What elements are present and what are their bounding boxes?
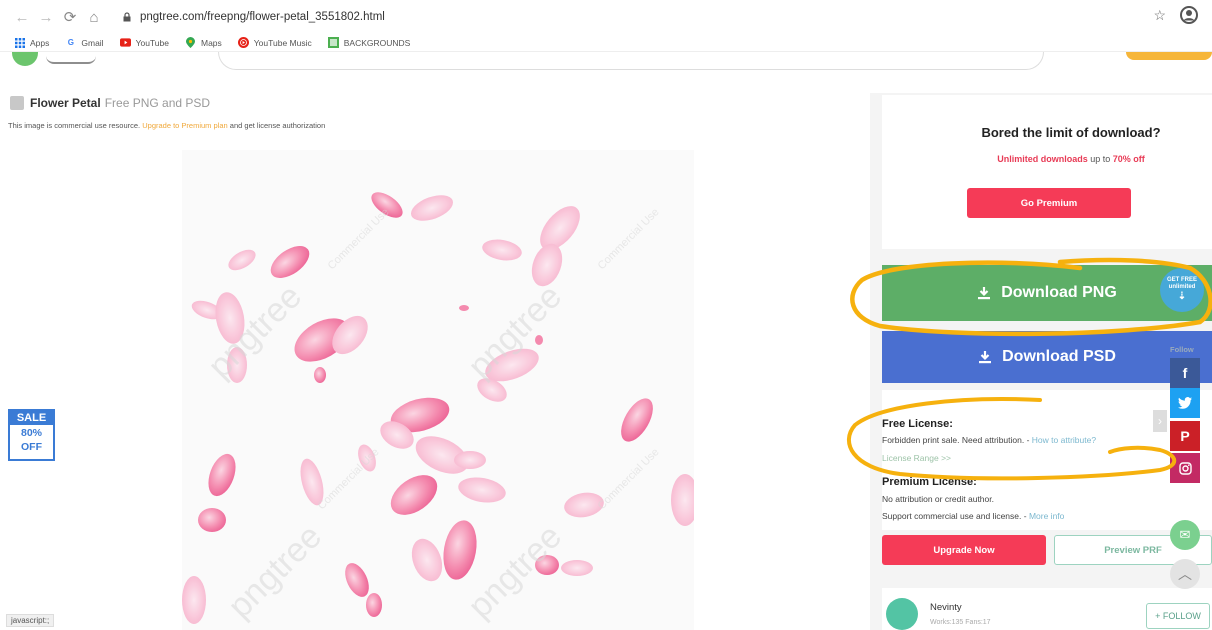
commercial-notice: This image is commercial use resource. U… — [8, 121, 326, 130]
forward-icon[interactable]: → — [34, 5, 58, 29]
bookmark-gmail[interactable]: G Gmail — [65, 37, 104, 48]
image-file-icon — [10, 96, 24, 110]
bookmarks-bar: Apps G Gmail YouTube Maps YouTube Music … — [0, 34, 1212, 52]
back-icon[interactable]: ← — [10, 5, 34, 29]
pinterest-icon[interactable]: P — [1170, 421, 1200, 451]
upgrade-now-button[interactable]: Upgrade Now — [882, 535, 1046, 565]
facebook-icon[interactable]: f — [1170, 358, 1200, 388]
bookmark-backgrounds[interactable]: BACKGROUNDS — [327, 37, 410, 48]
account-icon[interactable] — [1180, 6, 1198, 24]
bookmark-maps[interactable]: Maps — [185, 37, 222, 48]
status-bar: javascript:; — [6, 614, 55, 627]
scroll-up-icon[interactable]: ︿ — [1170, 559, 1200, 589]
how-to-attribute-link[interactable]: How to attribute? — [1032, 435, 1096, 445]
free-license-heading: Free License: — [882, 418, 953, 430]
maps-pin-icon — [185, 37, 196, 48]
watermark-sub: Commercial Use — [326, 206, 392, 272]
flower-petals-image: pngtree pngtree pngtree pngtree Commerci… — [182, 192, 694, 626]
bookmark-youtube-music[interactable]: YouTube Music — [237, 37, 312, 48]
watermark-sub: Commercial Use — [596, 446, 662, 512]
url-text: pngtree.com/freepng/flower-petal_3551802… — [140, 11, 385, 23]
twitter-icon[interactable] — [1170, 388, 1200, 418]
browser-toolbar: ← → ⟳ ⌂ pngtree.com/freepng/flower-petal… — [0, 0, 1212, 34]
follow-button[interactable]: + FOLLOW — [1146, 603, 1210, 629]
image-preview: pngtree pngtree pngtree pngtree Commerci… — [182, 150, 694, 630]
watermark-text: pngtree — [221, 517, 329, 625]
address-bar[interactable]: pngtree.com/freepng/flower-petal_3551802… — [122, 6, 1162, 28]
sale-badge[interactable]: SALE 80% OFF — [8, 409, 55, 461]
avatar[interactable] — [886, 598, 918, 630]
bookmark-apps[interactable]: Apps — [14, 37, 49, 48]
download-icon: ⇣ — [1177, 291, 1187, 302]
go-premium-button[interactable]: Go Premium — [967, 188, 1131, 218]
promo-subtext: Unlimited downloads up to 70% off — [997, 154, 1145, 164]
site-logo-text — [46, 56, 96, 64]
mail-icon[interactable]: ✉ — [1170, 520, 1200, 550]
premium-line-2: Support commercial use and license. - Mo… — [882, 511, 1065, 521]
premium-license-heading: Premium License: — [882, 476, 977, 488]
watermark-sub: Commercial Use — [316, 446, 382, 512]
free-unlimited-badge[interactable]: GET FREE unlimited ⇣ — [1160, 268, 1204, 312]
header-premium-button[interactable] — [1126, 52, 1212, 60]
google-icon: G — [67, 38, 74, 47]
download-icon — [978, 287, 991, 300]
promo-box: Bored the limit of download? Unlimited d… — [882, 95, 1212, 249]
watermark-text: pngtree — [201, 277, 309, 385]
reload-icon[interactable]: ⟳ — [58, 5, 82, 29]
watermark-sub: Commercial Use — [596, 206, 662, 272]
download-icon — [979, 351, 992, 364]
page-title: Flower Petal Free PNG and PSD — [10, 96, 210, 110]
bookmark-youtube[interactable]: YouTube — [119, 37, 169, 48]
promo-heading: Bored the limit of download? — [981, 125, 1161, 140]
site-search-bar[interactable] — [218, 52, 1044, 70]
chevron-right-icon[interactable]: › — [1153, 410, 1167, 432]
more-info-link[interactable]: More info — [1029, 511, 1064, 521]
home-icon[interactable]: ⌂ — [82, 5, 106, 29]
author-name[interactable]: Nevinty — [930, 602, 962, 613]
site-logo[interactable] — [12, 52, 38, 66]
youtube-icon — [119, 37, 131, 48]
star-icon[interactable]: ☆ — [1153, 7, 1166, 24]
apps-grid-icon — [14, 37, 25, 48]
premium-line-1: No attribution or credit author. — [882, 494, 994, 504]
backgrounds-icon — [327, 37, 339, 48]
instagram-icon[interactable] — [1170, 453, 1200, 483]
author-stats: Works:135 Fans:17 — [930, 619, 991, 626]
upgrade-link[interactable]: Upgrade to Premium plan — [142, 121, 227, 130]
free-license-text: Forbidden print sale. Need attribution. … — [882, 435, 1097, 445]
download-psd-button[interactable]: Download PSD — [882, 331, 1212, 383]
youtube-music-icon — [237, 37, 249, 48]
lock-icon — [123, 12, 131, 22]
social-label: Follow — [1170, 345, 1194, 354]
license-range-link[interactable]: License Range >> — [882, 453, 951, 463]
